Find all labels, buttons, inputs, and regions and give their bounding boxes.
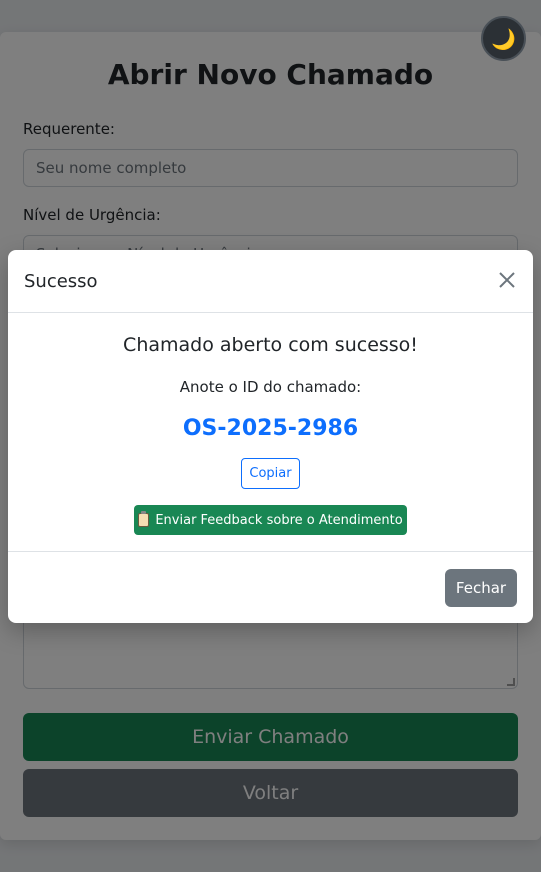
send-feedback-label: Enviar Feedback sobre o Atendimento xyxy=(155,512,403,528)
success-message: Chamado aberto com sucesso! xyxy=(123,334,418,356)
close-modal-button[interactable]: Fechar xyxy=(445,569,517,607)
ticket-id: OS-2025-2986 xyxy=(182,416,359,441)
modal-footer: Fechar xyxy=(8,552,533,623)
ticket-id-prompt: Anote o ID do chamado: xyxy=(179,378,362,396)
send-feedback-button[interactable]: Enviar Feedback sobre o Atendimento xyxy=(134,505,407,535)
success-modal: Sucesso Chamado aberto com sucesso! Anot… xyxy=(8,250,533,623)
close-icon[interactable] xyxy=(497,270,517,290)
modal-body: Chamado aberto com sucesso! Anote o ID d… xyxy=(8,313,533,552)
moon-icon: 🌙 xyxy=(491,26,516,51)
clipboard-icon xyxy=(138,511,150,527)
modal-header: Sucesso xyxy=(8,250,533,313)
theme-toggle-button[interactable]: 🌙 xyxy=(481,16,526,61)
modal-title: Sucesso xyxy=(24,270,98,292)
copy-button[interactable]: Copiar xyxy=(241,458,300,489)
